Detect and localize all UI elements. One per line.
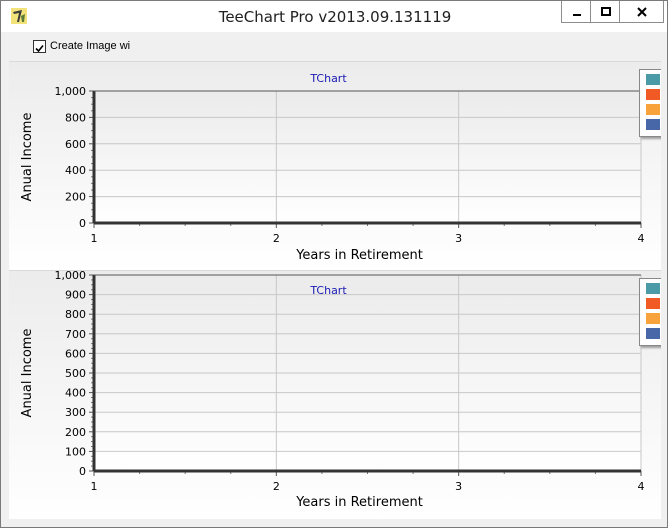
x-tick-label: 4 [638, 480, 645, 493]
legend-swatch [646, 298, 660, 309]
chart-title: TChart [309, 284, 347, 297]
chart-svg-top: 0 200 400 600 800 1,000 1 2 3 4 TChart Years in Ret… [20, 72, 645, 263]
y-tick-label: 800 [65, 111, 86, 124]
y-axis-label: Anual Income [20, 113, 35, 202]
y-tick-label: 0 [79, 465, 86, 478]
legend-swatch [646, 119, 660, 130]
legend-swatch [646, 74, 660, 85]
chart-svg-bottom: 0 100 200 300 400 500 600 700 800 900 1,000 1 2 3 4 TCh… [20, 271, 645, 510]
y-tick-label: 600 [65, 138, 86, 151]
y-tick-label: 200 [65, 191, 86, 204]
y-tick-label: 400 [65, 164, 86, 177]
x-tick-label: 2 [273, 232, 280, 245]
legend-bottom[interactable] [639, 278, 661, 346]
toolbar: Create Image wi [1, 32, 667, 60]
maximize-icon [601, 6, 611, 16]
y-tick-label: 0 [79, 217, 86, 230]
y-tick-label: 600 [65, 347, 86, 360]
close-button[interactable] [619, 1, 664, 23]
y-tick-label: 1,000 [55, 271, 87, 282]
x-axis-label: Years in Retirement [295, 248, 423, 263]
y-tick-label: 900 [65, 289, 86, 302]
legend-top[interactable] [639, 69, 661, 137]
x-tick-label: 3 [455, 232, 462, 245]
close-icon [636, 6, 647, 17]
x-tick-label: 4 [638, 232, 645, 245]
y-axis-label: Anual Income [20, 329, 35, 418]
checkmark-icon [35, 44, 44, 53]
app-window: TeeChart Pro v2013.09.131119 Create Imag… [0, 0, 668, 528]
chart-title: TChart [309, 72, 347, 85]
chart-panel-bottom[interactable]: 0 100 200 300 400 500 600 700 800 900 1,000 1 2 3 4 TCh… [9, 270, 661, 519]
legend-swatch [646, 104, 660, 115]
maximize-button[interactable] [590, 1, 622, 23]
legend-swatch [646, 89, 660, 100]
plot-area [94, 91, 641, 223]
create-image-checkbox[interactable] [33, 40, 46, 53]
y-tick-label: 100 [65, 445, 86, 458]
create-image-label[interactable]: Create Image wi [50, 40, 130, 52]
x-tick-label: 3 [455, 480, 462, 493]
minimize-icon [573, 13, 581, 16]
legend-swatch [646, 283, 660, 294]
y-tick-label: 300 [65, 406, 86, 419]
x-tick-label: 1 [91, 232, 98, 245]
x-axis-label: Years in Retirement [295, 495, 423, 510]
y-tick-label: 500 [65, 367, 86, 380]
y-tick-label: 800 [65, 308, 86, 321]
legend-swatch [646, 313, 660, 324]
legend-swatch [646, 328, 660, 339]
title-bar[interactable]: TeeChart Pro v2013.09.131119 [1, 1, 667, 32]
y-tick-label: 200 [65, 426, 86, 439]
y-tick-label: 700 [65, 328, 86, 341]
y-tick-label: 400 [65, 387, 86, 400]
y-tick-label: 1,000 [55, 85, 87, 98]
x-tick-label: 1 [91, 480, 98, 493]
minimize-button[interactable] [561, 1, 593, 23]
chart-panel-top[interactable]: 0 200 400 600 800 1,000 1 2 3 4 TChart Years in Ret… [9, 61, 661, 270]
x-tick-label: 2 [273, 480, 280, 493]
